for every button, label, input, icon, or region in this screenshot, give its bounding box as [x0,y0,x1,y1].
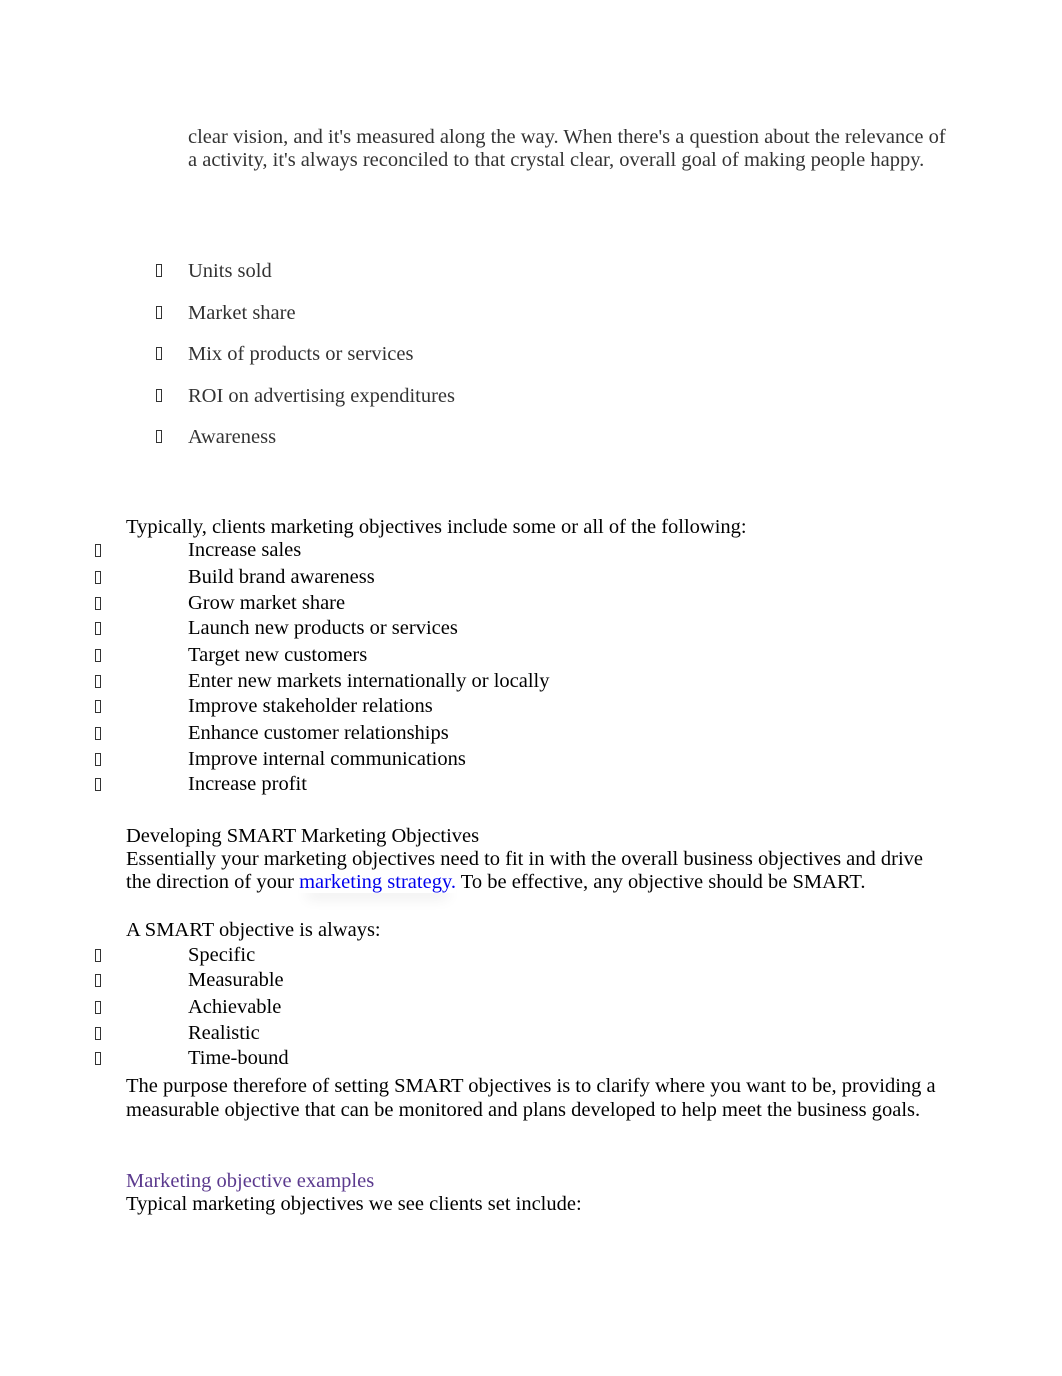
list-item-label: Enhance customer relationships [188,722,449,744]
smart-body-text-end: To be effective, any objective should be… [456,871,866,893]
smart-heading: Developing SMART Marketing Objectives [126,825,480,847]
missing-glyph-bullet-icon [95,974,101,987]
list-item-label: Realistic [188,1022,260,1044]
list-item-label: Build brand awareness [188,566,375,588]
list-item-label: Specific [188,944,256,966]
missing-glyph-bullet-icon [95,753,101,766]
list-item: Time-bound [0,1046,500,1070]
missing-glyph-bullet-icon [95,700,101,713]
list-item-label: Enter new markets internationally or loc… [188,670,550,692]
list-item: Target new customers [0,643,700,667]
missing-glyph-bullet-icon [95,727,101,740]
examples-intro: Typical marketing objectives we see clie… [126,1193,582,1215]
missing-glyph-bullet-icon [156,264,162,277]
list-item: Mix of products or services [0,342,600,366]
list-item: Market share [0,301,600,325]
missing-glyph-bullet-icon [95,949,101,962]
objectives-intro: Typically, clients marketing objectives … [126,516,747,538]
list-item-label: Market share [188,302,296,324]
smart-body-paragraph: Essentially your marketing objectives ne… [126,848,946,894]
list-item-label: Increase profit [188,773,307,795]
list-item: Increase profit [0,772,700,796]
list-item: Enter new markets internationally or loc… [0,669,700,693]
missing-glyph-bullet-icon [95,1027,101,1040]
list-item: ROI on advertising expenditures [0,384,600,408]
list-item: Increase sales [0,538,700,562]
list-item-label: Achievable [188,996,282,1018]
list-item-label: Increase sales [188,539,302,561]
list-item: Grow market share [0,591,700,615]
list-item: Build brand awareness [0,565,700,589]
missing-glyph-bullet-icon [156,430,162,443]
missing-glyph-bullet-icon [95,597,101,610]
missing-glyph-bullet-icon [95,1001,101,1014]
missing-glyph-bullet-icon [95,675,101,688]
missing-glyph-bullet-icon [95,571,101,584]
smart-purpose-paragraph: The purpose therefore of setting SMART o… [126,1075,936,1121]
missing-glyph-bullet-icon [95,622,101,635]
list-item-label: Launch new products or services [188,617,458,639]
list-item-label: Measurable [188,969,284,991]
missing-glyph-bullet-icon [95,1052,101,1065]
list-item: Units sold [0,259,600,283]
list-item: Awareness [0,425,600,449]
list-item-label: Target new customers [188,644,368,666]
intro-paragraph: clear vision, and it's measured along th… [188,126,946,171]
list-item-label: ROI on advertising expenditures [188,385,456,407]
missing-glyph-bullet-icon [95,544,101,557]
list-item: Measurable [0,968,500,992]
list-item-label: Mix of products or services [188,343,414,365]
list-item-label: Units sold [188,260,272,282]
list-item: Improve stakeholder relations [0,694,700,718]
list-item-label: Awareness [188,426,277,448]
list-item-label: Grow market share [188,592,346,614]
list-item-label: Improve internal communications [188,748,466,770]
missing-glyph-bullet-icon [156,389,162,402]
list-item: Enhance customer relationships [0,721,700,745]
missing-glyph-bullet-icon [95,778,101,791]
marketing-strategy-link[interactable]: marketing strategy. [299,871,456,893]
list-item: Specific [0,943,500,967]
list-item: Launch new products or services [0,616,700,640]
examples-heading: Marketing objective examples [126,1170,375,1192]
list-item-label: Time-bound [188,1047,289,1069]
missing-glyph-bullet-icon [95,649,101,662]
missing-glyph-bullet-icon [156,306,162,319]
list-item-label: Improve stakeholder relations [188,695,433,717]
list-item: Realistic [0,1021,500,1045]
list-item: Improve internal communications [0,747,700,771]
list-item: Achievable [0,995,500,1019]
missing-glyph-bullet-icon [156,347,162,360]
smart-list-intro: A SMART objective is always: [126,919,381,941]
